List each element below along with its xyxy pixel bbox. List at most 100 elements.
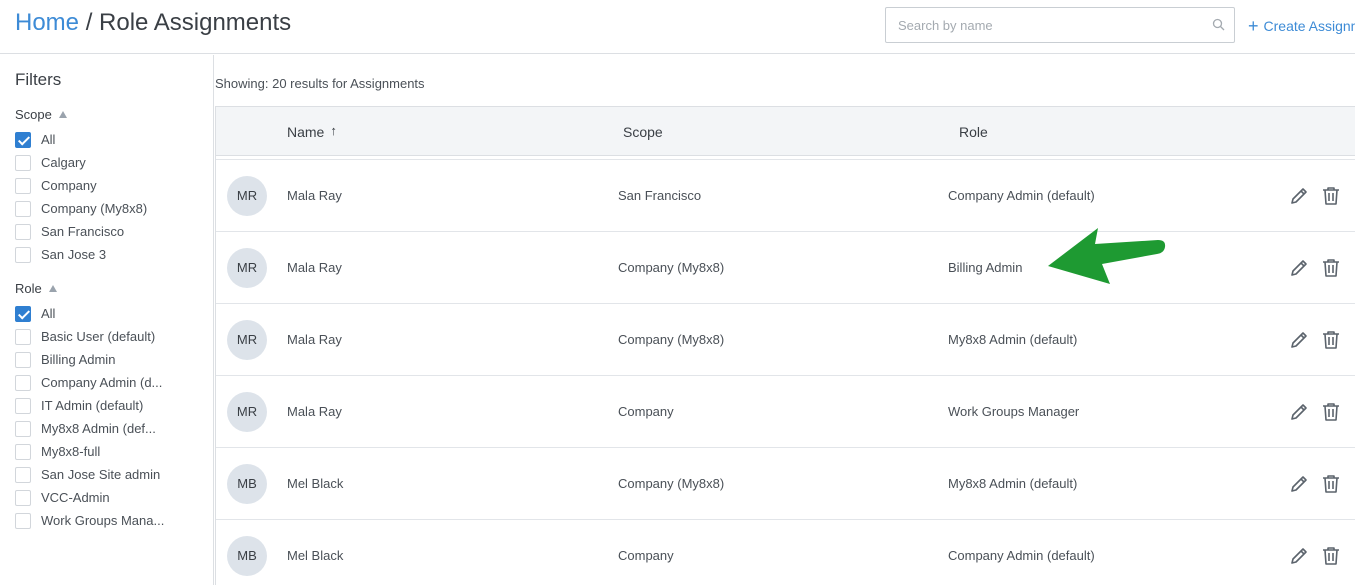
- scope-option-calgary[interactable]: Calgary: [15, 153, 205, 173]
- role-option-vcc-admin[interactable]: VCC-Admin: [15, 488, 205, 508]
- pencil-icon[interactable]: [1288, 473, 1310, 495]
- pencil-icon[interactable]: [1288, 185, 1310, 207]
- checkbox[interactable]: [15, 467, 31, 483]
- row-role: Billing Admin: [948, 260, 1023, 275]
- scope-option-company[interactable]: Company: [15, 176, 205, 196]
- table-row[interactable]: MB Mel Black Company (My8x8) My8x8 Admin…: [216, 447, 1355, 519]
- plus-icon: +: [1248, 16, 1259, 36]
- trash-icon[interactable]: [1320, 329, 1342, 351]
- avatar: MB: [227, 464, 267, 504]
- role-filter-toggle[interactable]: Role: [15, 281, 57, 296]
- breadcrumb-home-link[interactable]: Home: [15, 9, 79, 36]
- trash-icon[interactable]: [1320, 185, 1342, 207]
- create-assignment-button[interactable]: + Create Assignm: [1248, 15, 1355, 36]
- checkbox[interactable]: [15, 444, 31, 460]
- page-title: Role Assignments: [99, 9, 292, 36]
- trash-icon[interactable]: [1320, 257, 1342, 279]
- role-filter-title: Role: [15, 281, 42, 296]
- scope-option-san-francisco[interactable]: San Francisco: [15, 222, 205, 242]
- checkbox[interactable]: [15, 247, 31, 263]
- trash-icon[interactable]: [1320, 401, 1342, 423]
- row-name: Mala Ray: [287, 404, 342, 419]
- checkbox[interactable]: [15, 513, 31, 529]
- table-row[interactable]: MR Mala Ray Company Work Groups Manager: [216, 375, 1355, 447]
- search-box: [885, 7, 1235, 43]
- row-name: Mala Ray: [287, 188, 342, 203]
- collapse-caret-icon: [58, 111, 67, 118]
- avatar: MR: [227, 176, 267, 216]
- option-label: Billing Admin: [41, 352, 116, 367]
- avatar: MR: [227, 392, 267, 432]
- collapse-caret-icon: [48, 285, 57, 292]
- role-option-company-admin[interactable]: Company Admin (d...: [15, 373, 205, 393]
- page-header: Home / Role Assignments +Create Assignm: [0, 0, 1355, 54]
- option-label: Work Groups Mana...: [41, 513, 165, 528]
- column-header-name[interactable]: Name ↑: [287, 123, 337, 140]
- create-assignment-label: Create Assignm: [1263, 18, 1355, 34]
- sort-ascending-icon: ↑: [330, 123, 337, 138]
- scope-filter-toggle[interactable]: Scope: [15, 107, 67, 122]
- filters-title: Filters: [15, 70, 62, 89]
- table-row[interactable]: MR Mala Ray Company (My8x8) Billing Admi…: [216, 231, 1355, 303]
- search-input[interactable]: [886, 8, 1196, 42]
- filters-sidebar: Filters Scope All Calgary Company Compan…: [0, 55, 214, 585]
- pencil-icon[interactable]: [1288, 401, 1310, 423]
- row-scope: Company: [618, 404, 674, 419]
- column-name-label: Name: [287, 124, 325, 140]
- option-label: San Jose 3: [41, 247, 107, 262]
- option-label: Calgary: [41, 155, 86, 170]
- pencil-icon[interactable]: [1288, 329, 1310, 351]
- role-option-it-admin[interactable]: IT Admin (default): [15, 396, 205, 416]
- table-row[interactable]: MR Mala Ray Company (My8x8) My8x8 Admin …: [216, 303, 1355, 375]
- scope-option-all[interactable]: All: [15, 130, 205, 150]
- role-option-san-jose-site-admin[interactable]: San Jose Site admin: [15, 465, 205, 485]
- checkbox[interactable]: [15, 421, 31, 437]
- checkbox[interactable]: [15, 201, 31, 217]
- checkbox[interactable]: [15, 398, 31, 414]
- results-summary: Showing: 20 results for Assignments: [215, 76, 425, 91]
- search-icon[interactable]: [1212, 18, 1225, 31]
- row-role: Work Groups Manager: [948, 404, 1080, 419]
- row-scope: Company (My8x8): [618, 260, 725, 275]
- role-option-billing-admin[interactable]: Billing Admin: [15, 350, 205, 370]
- role-option-my8x8-full[interactable]: My8x8-full: [15, 442, 205, 462]
- role-option-work-groups-manager[interactable]: Work Groups Mana...: [15, 511, 205, 531]
- option-label: Company: [41, 178, 97, 193]
- option-label: San Jose Site admin: [41, 467, 161, 482]
- row-scope: Company (My8x8): [618, 332, 725, 347]
- checkbox-checked[interactable]: [15, 306, 31, 322]
- row-role: My8x8 Admin (default): [948, 476, 1078, 491]
- column-header-scope[interactable]: Scope: [623, 124, 663, 140]
- trash-icon[interactable]: [1320, 473, 1342, 495]
- assignments-table: Name ↑ Scope Role MR Mala Ray San Francis…: [215, 106, 1355, 585]
- column-header-role[interactable]: Role: [959, 124, 988, 140]
- checkbox[interactable]: [15, 224, 31, 240]
- role-option-basic-user[interactable]: Basic User (default): [15, 327, 205, 347]
- pencil-icon[interactable]: [1288, 257, 1310, 279]
- role-option-all[interactable]: All: [15, 304, 205, 324]
- avatar: MR: [227, 248, 267, 288]
- row-role: My8x8 Admin (default): [948, 332, 1078, 347]
- avatar: MB: [227, 536, 267, 576]
- row-name: Mel Black: [287, 476, 344, 491]
- checkbox-checked[interactable]: [15, 132, 31, 148]
- role-option-my8x8-admin[interactable]: My8x8 Admin (def...: [15, 419, 205, 439]
- annotation-arrow-icon: [1048, 228, 1166, 284]
- checkbox[interactable]: [15, 352, 31, 368]
- pencil-icon[interactable]: [1288, 545, 1310, 567]
- trash-icon[interactable]: [1320, 545, 1342, 567]
- scope-option-company-my8x8[interactable]: Company (My8x8): [15, 199, 205, 219]
- scope-option-san-jose-3[interactable]: San Jose 3: [15, 245, 205, 265]
- checkbox[interactable]: [15, 178, 31, 194]
- table-row[interactable]: MR Mala Ray San Francisco Company Admin …: [216, 159, 1355, 231]
- checkbox[interactable]: [15, 155, 31, 171]
- row-scope: Company: [618, 548, 674, 563]
- row-scope: San Francisco: [618, 188, 702, 203]
- table-row[interactable]: MB Mel Black Company Company Admin (defa…: [216, 519, 1355, 585]
- checkbox[interactable]: [15, 490, 31, 506]
- checkbox[interactable]: [15, 375, 31, 391]
- checkbox[interactable]: [15, 329, 31, 345]
- row-scope: Company (My8x8): [618, 476, 725, 491]
- option-label: My8x8-full: [41, 444, 101, 459]
- row-name: Mel Black: [287, 548, 344, 563]
